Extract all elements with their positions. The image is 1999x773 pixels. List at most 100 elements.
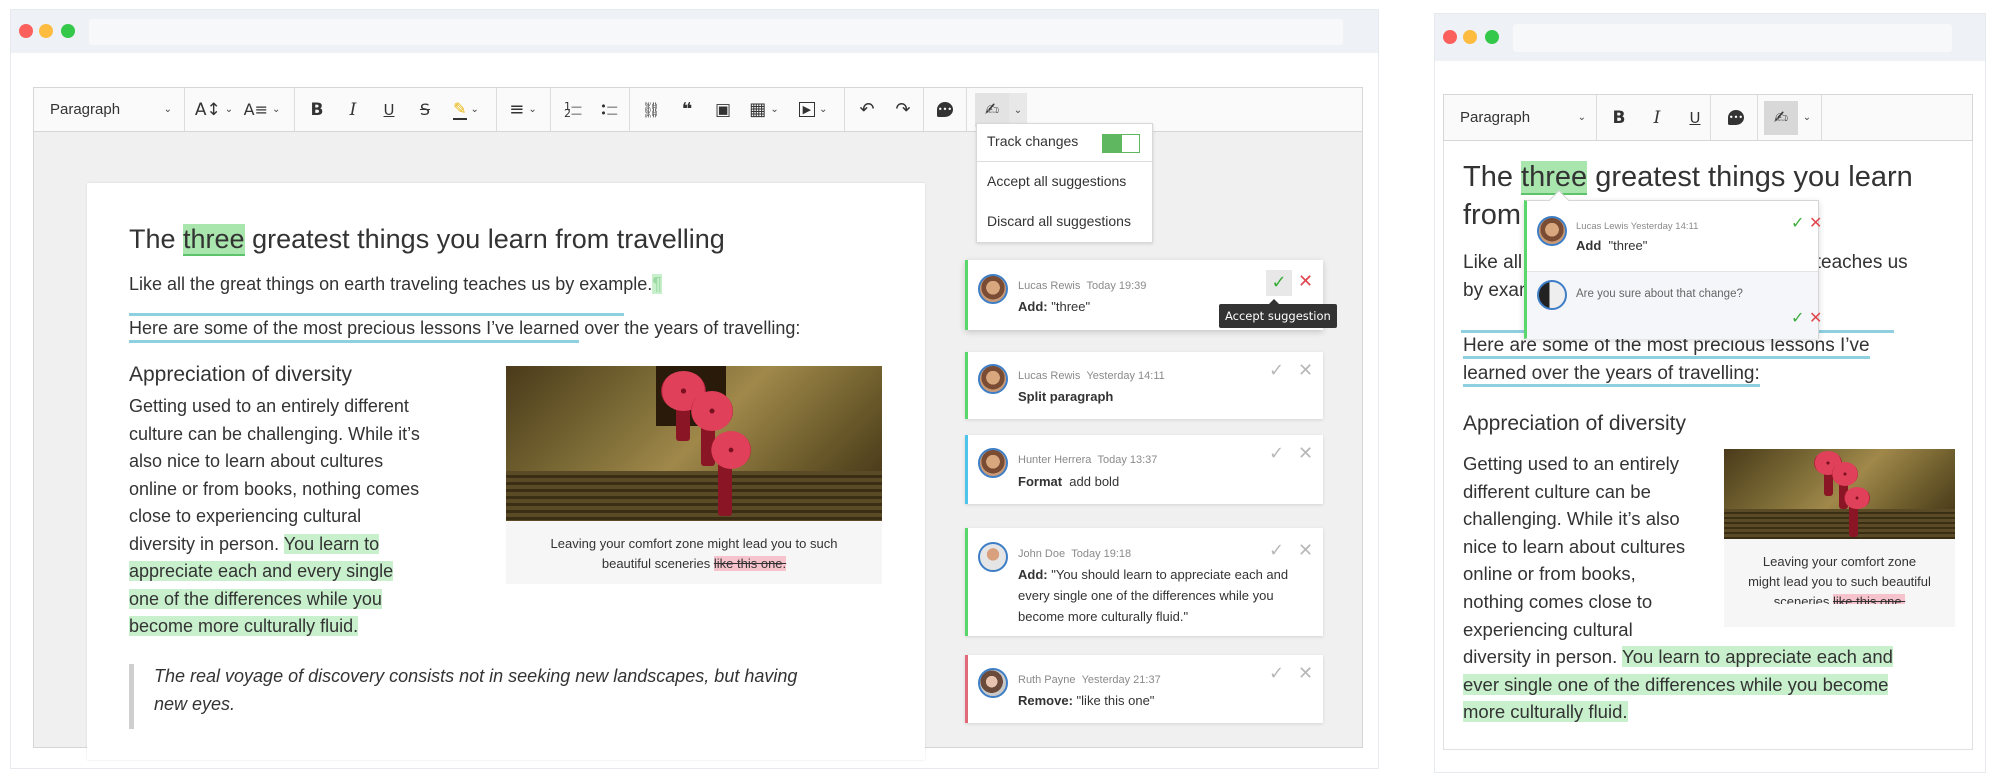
tooltip-arrow [1269, 299, 1279, 304]
highlight-button[interactable]: ✎ ⌄ [444, 88, 488, 131]
close-icon: ✕ [1298, 540, 1314, 561]
heading-dropdown-value: Paragraph [50, 101, 121, 118]
inserted-suggestion-text[interactable]: You learn to [283, 533, 380, 554]
comment-icon: ••• [937, 102, 953, 117]
deletion-suggestion-text[interactable]: like this one. [713, 556, 787, 571]
media-embed-button[interactable]: ▶ ⌄ [790, 88, 836, 131]
italic-icon: I [1653, 107, 1661, 128]
reject-reply-button[interactable]: ✕ [1809, 308, 1822, 327]
body-line: diversity in person. [1463, 646, 1623, 668]
accept-suggestion-button[interactable]: ✓ [1269, 540, 1284, 561]
track-changes-dropdown-arrow[interactable]: ⌄ [1798, 95, 1816, 140]
track-changes-toggle-row[interactable]: Track changes [977, 124, 1152, 162]
suggestion-description: Remove: "like this one" [1018, 690, 1154, 711]
inserted-suggestion-three[interactable]: three [183, 224, 245, 256]
inserted-suggestion-text[interactable]: more culturally fluid. [1463, 701, 1628, 723]
accept-suggestion-button[interactable]: ✓ [1269, 360, 1284, 381]
numbered-list-button[interactable]: 1— 2— [556, 88, 590, 131]
accept-suggestion-button[interactable]: ✓ [1269, 443, 1284, 464]
suggestion-card-remove[interactable]: Ruth Payne Yesterday 21:37 Remove: "like… [965, 655, 1323, 723]
heading-dropdown-value: Paragraph [1460, 109, 1531, 126]
redo-button[interactable]: ↷ [886, 88, 920, 131]
inserted-suggestion-text[interactable]: ever single one of the differences while… [1463, 673, 1889, 695]
suggestion-type: Split paragraph [1018, 389, 1114, 404]
reject-suggestion-button[interactable]: ✕ [1298, 443, 1313, 464]
font-family-button[interactable]: A≡ ⌄ [240, 88, 284, 131]
address-bar[interactable] [1513, 24, 1952, 52]
underline-button[interactable]: U [1678, 95, 1712, 140]
accept-suggestion-button[interactable]: ✓ [1791, 213, 1804, 232]
track-changes-button[interactable]: ✍ [975, 93, 1009, 127]
undo-button[interactable]: ↶ [850, 88, 884, 131]
maximize-window-button[interactable] [1485, 30, 1499, 44]
inserted-suggestion-text[interactable]: become more culturally fluid. [129, 616, 359, 636]
comment-button[interactable]: ••• [927, 88, 963, 131]
suggestion-type: Add [1576, 238, 1602, 253]
avatar [1537, 280, 1567, 310]
image-caption[interactable]: Leaving your comfort zone might lead you… [1724, 539, 1955, 627]
inserted-suggestion-text[interactable]: appreciate each and every single [129, 561, 394, 581]
accept-suggestion-button[interactable]: ✓ [1269, 663, 1284, 684]
strikethrough-button[interactable]: S [408, 88, 442, 131]
image-caption[interactable]: Leaving your comfort zone might lead you… [506, 521, 882, 584]
suggestion-card-format[interactable]: Hunter Herrera Today 13:37 Format add bo… [965, 435, 1323, 504]
font-size-button[interactable]: A↕ ⌄ [192, 88, 236, 131]
heading-dropdown[interactable]: Paragraph ⌄ [1444, 95, 1596, 140]
blockquote-button[interactable]: ❝ [670, 88, 704, 131]
reject-suggestion-button[interactable]: ✕ [1298, 540, 1313, 561]
italic-button[interactable]: I [1640, 95, 1674, 140]
paragraph-split-marker[interactable]: ¶ [652, 274, 662, 294]
inserted-suggestion-text[interactable]: one of the differences while you [129, 588, 382, 609]
track-changes-switch[interactable] [1102, 134, 1140, 153]
underline-button[interactable]: U [372, 88, 406, 131]
steps [1724, 509, 1955, 539]
insert-image-button[interactable]: ▣ [706, 88, 740, 131]
bulleted-list-button[interactable]: •— •— [592, 88, 626, 131]
bold-button[interactable]: B [1602, 95, 1636, 140]
reject-suggestion-button[interactable]: ✕ [1298, 663, 1313, 684]
address-bar[interactable] [89, 19, 1343, 45]
deletion-suggestion-text[interactable]: like this one. [1832, 594, 1906, 604]
suggestion-type: Add: [1018, 567, 1048, 582]
suggestion-card-add-sentence[interactable]: John Doe Today 19:18 Add: "You should le… [965, 528, 1323, 636]
check-icon: ✓ [1271, 272, 1287, 293]
minimize-window-button[interactable] [1463, 30, 1477, 44]
bold-button[interactable]: B [300, 88, 334, 131]
reject-suggestion-button[interactable]: ✕ [1298, 271, 1313, 292]
inserted-suggestion-text[interactable]: You learn to appreciate each and [1622, 646, 1893, 668]
travel-image[interactable] [506, 366, 882, 521]
umbrella [1844, 487, 1870, 509]
paragraph-text: over the years of travelling: [579, 318, 801, 338]
maximize-window-button[interactable] [61, 24, 75, 38]
reject-suggestion-button[interactable]: ✕ [1809, 213, 1822, 232]
accept-suggestion-button[interactable]: ✓ [1266, 270, 1292, 296]
accept-all-suggestions-item[interactable]: Accept all suggestions [977, 162, 1152, 202]
toolbar-divider [496, 88, 497, 131]
suggestion-balloon[interactable]: Lucas Lewis Yesterday 14:11 Add "three" … [1524, 190, 1822, 339]
suggestion-meta: Lucas Lewis Yesterday 14:11 [1576, 221, 1698, 232]
track-changes-dropdown-arrow[interactable]: ⌄ [1009, 93, 1027, 127]
split-paragraph-suggestion[interactable]: learned over the years of travelling: [1463, 363, 1760, 387]
close-window-button[interactable] [1443, 30, 1457, 44]
timestamp: Yesterday 14:11 [1086, 370, 1165, 382]
avatar [978, 364, 1008, 394]
insert-table-button[interactable]: ▦ ⌄ [742, 88, 786, 131]
travel-image[interactable] [1724, 449, 1955, 539]
split-paragraph-suggestion[interactable]: Here are some of the most precious lesso… [129, 318, 580, 343]
comment-button[interactable]: ••• [1716, 95, 1756, 140]
minimize-window-button[interactable] [39, 24, 53, 38]
switch-knob [1122, 135, 1139, 152]
alignment-button[interactable]: ≡ ⌄ [502, 88, 544, 131]
track-changes-button[interactable]: ✍ [1764, 101, 1798, 135]
discard-all-suggestions-item[interactable]: Discard all suggestions [977, 202, 1152, 242]
chevron-down-icon: ⌄ [819, 104, 828, 115]
reject-suggestion-button[interactable]: ✕ [1298, 360, 1313, 381]
link-button[interactable]: ⛓ [634, 88, 668, 131]
heading-dropdown[interactable]: Paragraph ⌄ [34, 88, 184, 131]
suggestion-card-split-paragraph[interactable]: Lucas Rewis Yesterday 14:11 Split paragr… [965, 352, 1323, 419]
inserted-suggestion-three[interactable]: three [1521, 161, 1588, 195]
close-window-button[interactable] [19, 24, 33, 38]
italic-button[interactable]: I [336, 88, 370, 131]
close-icon: ✕ [1298, 360, 1314, 381]
accept-reply-button[interactable]: ✓ [1791, 308, 1804, 327]
